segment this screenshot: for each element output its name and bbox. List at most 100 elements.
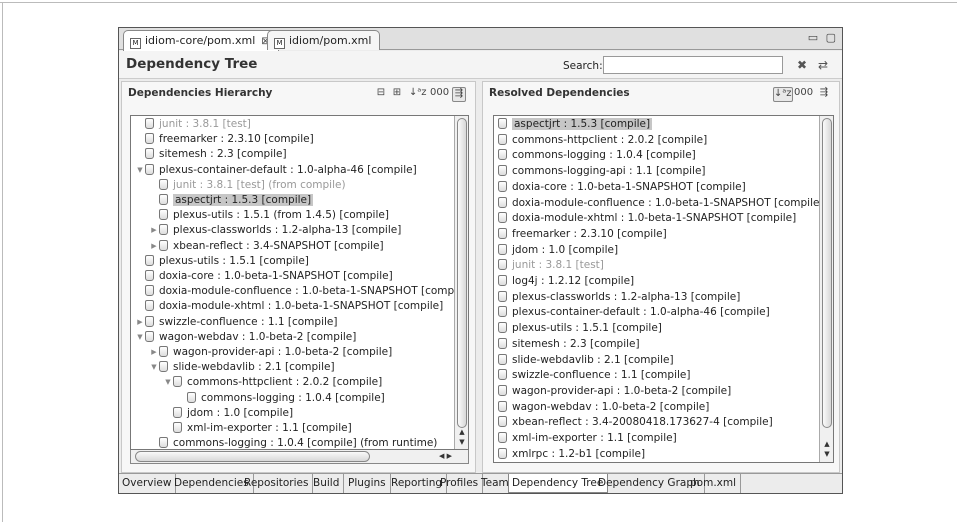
resolved-row[interactable]: sitemesh : 2.3 [compile]	[498, 337, 640, 352]
dependency-label: swizzle-confluence : 1.1 [compile]	[512, 369, 691, 382]
hierarchy-horizontal-scrollbar[interactable]: ◀ ▶	[130, 450, 469, 464]
resolved-list[interactable]: aspectjrt : 1.5.3 [compile] commons-httpc…	[493, 115, 834, 463]
editor-tab-idiom-pom[interactable]: Midiom/pom.xml	[267, 30, 381, 50]
resolved-row[interactable]: wagon-webdav : 1.0-beta-2 [compile]	[498, 400, 709, 415]
resolved-dependencies-panel: Resolved Dependencies ↓ᵃz 000 ⇶ aspectjr…	[482, 81, 840, 473]
filter-toggle-icon[interactable]: ⇶	[817, 87, 831, 102]
tab-pom-xml[interactable]: pom.xml	[687, 474, 742, 493]
resolved-row[interactable]: wagon-provider-api : 1.0-beta-2 [compile…	[498, 384, 731, 399]
scroll-thumb[interactable]	[822, 118, 832, 428]
scroll-thumb[interactable]	[457, 118, 467, 428]
collapse-arrow-icon[interactable]: ▼	[135, 163, 145, 178]
resolved-row[interactable]: jdom : 1.0 [compile]	[498, 243, 618, 258]
expand-all-icon[interactable]: ⊞	[390, 87, 404, 102]
resolved-vertical-scrollbar[interactable]: ▲ ▼	[819, 116, 833, 462]
hierarchy-row[interactable]: aspectjrt : 1.5.3 [compile]	[149, 193, 314, 208]
hierarchy-row[interactable]: ▶ swizzle-confluence : 1.1 [compile]	[135, 315, 337, 330]
resolved-row[interactable]: doxia-module-xhtml : 1.0-beta-1-SNAPSHOT…	[498, 211, 796, 226]
hierarchy-row[interactable]: commons-logging : 1.0.4 [compile]	[177, 391, 385, 406]
hierarchy-row[interactable]: jdom : 1.0 [compile]	[163, 406, 293, 421]
hierarchy-row[interactable]: xml-im-exporter : 1.1 [compile]	[163, 421, 352, 436]
resolved-row[interactable]: commons-httpclient : 2.0.2 [compile]	[498, 133, 707, 148]
dependency-label: wagon-provider-api : 1.0-beta-2 [compile…	[512, 384, 732, 397]
hierarchy-row[interactable]: doxia-module-xhtml : 1.0-beta-1-SNAPSHOT…	[135, 299, 443, 314]
scroll-down-arrow[interactable]: ▼	[821, 449, 833, 459]
hierarchy-row[interactable]: ▼ wagon-webdav : 1.0-beta-2 [compile]	[135, 330, 356, 345]
hierarchy-row[interactable]: sitemesh : 2.3 [compile]	[135, 147, 287, 162]
filter-icon[interactable]: ⇄	[818, 58, 828, 72]
collapse-all-icon[interactable]: ⊟	[374, 87, 388, 102]
collapse-arrow-icon[interactable]: ▼	[135, 330, 145, 345]
collapse-arrow-icon[interactable]: ▼	[163, 375, 173, 390]
hierarchy-tree[interactable]: junit : 3.8.1 [test] freemarker : 2.3.10 …	[130, 115, 469, 450]
hierarchy-row[interactable]: junit : 3.8.1 [test] (from compile)	[149, 178, 346, 193]
scroll-thumb[interactable]	[135, 451, 370, 462]
show-groupid-icon[interactable]: 000	[794, 87, 813, 102]
search-input[interactable]	[603, 56, 783, 74]
tab-dependency-tree[interactable]: Dependency Tree	[508, 474, 609, 493]
sort-icon[interactable]: ↓ᵃz	[773, 87, 793, 102]
scroll-right-arrow[interactable]: ▶	[447, 452, 452, 460]
window-controls[interactable]: ▭ ▢	[808, 31, 838, 44]
resolved-row[interactable]: slide-webdavlib : 2.1 [compile]	[498, 353, 674, 368]
resolved-row[interactable]: xmlrpc : 1.2-b1 [compile]	[498, 447, 645, 462]
resolved-row[interactable]: doxia-core : 1.0-beta-1-SNAPSHOT [compil…	[498, 180, 746, 195]
dependency-label: plexus-utils : 1.5.1 [compile]	[512, 322, 662, 335]
resolved-row[interactable]: xbean-reflect : 3.4-20080418.173627-4 [c…	[498, 415, 773, 430]
clear-search-icon[interactable]: ✖	[797, 58, 807, 72]
page-title: Dependency Tree	[126, 56, 258, 72]
resolved-row[interactable]: doxia-module-confluence : 1.0-beta-1-SNA…	[498, 196, 824, 211]
editor-tab-idiom-core-pom[interactable]: Midiom-core/pom.xml ⊠	[123, 30, 279, 51]
resolved-row[interactable]: junit : 3.8.1 [test]	[498, 258, 604, 273]
resolved-row[interactable]: swizzle-confluence : 1.1 [compile]	[498, 368, 690, 383]
hierarchy-row[interactable]: freemarker : 2.3.10 [compile]	[135, 132, 314, 147]
expand-arrow-icon[interactable]: ▶	[149, 239, 159, 254]
hierarchy-row[interactable]: ▼ slide-webdavlib : 2.1 [compile]	[149, 360, 335, 375]
show-groupid-icon[interactable]: 000	[430, 87, 449, 102]
jar-icon	[159, 224, 168, 236]
hierarchy-row[interactable]: ▶ xbean-reflect : 3.4-SNAPSHOT [compile]	[149, 239, 384, 254]
hierarchy-row[interactable]: junit : 3.8.1 [test]	[135, 117, 251, 132]
tab-repositories[interactable]: Repositories	[241, 474, 314, 493]
horizontal-scroll-arrows[interactable]: ◀ ▶	[439, 450, 452, 463]
hierarchy-row[interactable]: ▶ wagon-provider-api : 1.0-beta-2 [compil…	[149, 345, 392, 360]
resolved-row[interactable]: plexus-utils : 1.5.1 [compile]	[498, 321, 662, 336]
page-header: Dependency Tree Search: ✖ ⇄	[119, 51, 842, 79]
hierarchy-row[interactable]: commons-logging : 1.0.4 [compile] (from …	[149, 436, 437, 449]
hierarchy-row[interactable]: plexus-utils : 1.5.1 (from 1.4.5) [compi…	[149, 208, 389, 223]
hierarchy-row[interactable]: ▶ plexus-classworlds : 1.2-alpha-13 [comp…	[149, 223, 401, 238]
hierarchy-row[interactable]: doxia-core : 1.0-beta-1-SNAPSHOT [compil…	[135, 269, 393, 284]
hierarchy-row[interactable]: doxia-module-confluence : 1.0-beta-1-SNA…	[135, 284, 468, 299]
scroll-up-arrow[interactable]: ▲	[456, 427, 468, 437]
scroll-up-arrow[interactable]: ▲	[821, 439, 833, 449]
filter-toggle-icon[interactable]: ⇶	[452, 87, 466, 102]
expand-arrow-icon[interactable]: ▶	[135, 315, 145, 330]
jar-icon	[159, 361, 168, 373]
expand-arrow-icon[interactable]: ▶	[149, 345, 159, 360]
tab-overview[interactable]: Overview	[119, 474, 177, 493]
resolved-row[interactable]: commons-logging : 1.0.4 [compile]	[498, 148, 696, 163]
dependency-label: jdom : 1.0 [compile]	[512, 243, 619, 256]
hierarchy-vertical-scrollbar[interactable]: ▲ ▼	[454, 116, 468, 449]
dependency-label: doxia-core : 1.0-beta-1-SNAPSHOT [compil…	[159, 270, 393, 282]
resolved-row[interactable]: commons-logging-api : 1.1 [compile]	[498, 164, 706, 179]
jar-icon	[498, 212, 507, 224]
tab-build[interactable]: Build	[310, 474, 345, 493]
resolved-row[interactable]: plexus-classworlds : 1.2-alpha-13 [compi…	[498, 290, 740, 305]
scroll-left-arrow[interactable]: ◀	[439, 452, 444, 460]
resolved-row[interactable]: freemarker : 2.3.10 [compile]	[498, 227, 667, 242]
scroll-down-arrow[interactable]: ▼	[456, 437, 468, 447]
hierarchy-row[interactable]: ▼ commons-httpclient : 2.0.2 [compile]	[163, 375, 382, 390]
hierarchy-row[interactable]: ▼ plexus-container-default : 1.0-alpha-46…	[135, 163, 417, 178]
resolved-row[interactable]: aspectjrt : 1.5.3 [compile]	[498, 117, 653, 132]
collapse-arrow-icon[interactable]: ▼	[149, 360, 159, 375]
dependency-label: wagon-provider-api : 1.0-beta-2 [compile…	[173, 346, 393, 358]
resolved-row[interactable]: xml-im-exporter : 1.1 [compile]	[498, 431, 677, 446]
resolved-row[interactable]: log4j : 1.2.12 [compile]	[498, 274, 634, 289]
resolved-row[interactable]: plexus-container-default : 1.0-alpha-46 …	[498, 305, 770, 320]
tab-profiles[interactable]: Profiles	[437, 474, 484, 493]
tab-plugins[interactable]: Plugins	[345, 474, 391, 493]
expand-arrow-icon[interactable]: ▶	[149, 223, 159, 238]
sort-icon[interactable]: ↓ᵃz	[409, 87, 427, 102]
hierarchy-row[interactable]: plexus-utils : 1.5.1 [compile]	[135, 254, 309, 269]
